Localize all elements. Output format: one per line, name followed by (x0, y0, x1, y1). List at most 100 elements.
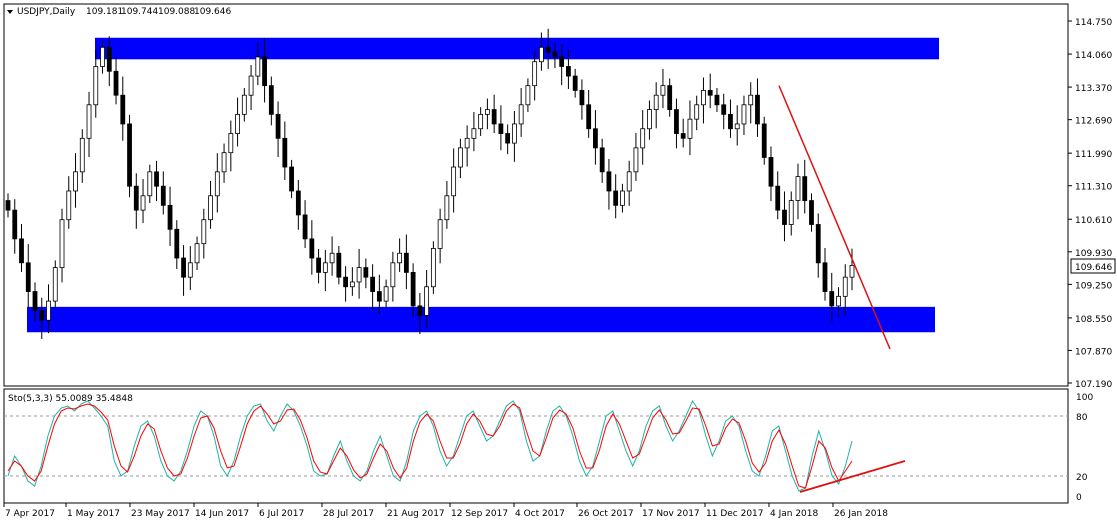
y-tick-label: 107.870 (1075, 347, 1112, 357)
candle-body (626, 171, 632, 192)
candle-body (512, 123, 517, 144)
candle-body (86, 104, 92, 139)
candle-body (329, 252, 335, 264)
x-tick-label: 11 Dec 2017 (706, 509, 764, 519)
ohlc-low: 109.088 (158, 7, 195, 17)
candle-body (100, 46, 105, 67)
candle-body (775, 185, 781, 211)
candle-body (572, 75, 578, 91)
candle-body (39, 310, 45, 321)
candle-body (653, 94, 659, 110)
candle-body (228, 133, 234, 154)
chart-title: USDJPY,Daily (17, 7, 76, 17)
candle-body (674, 109, 679, 134)
price-chart-window: 114.750 114.060 113.370 112.690 111.990 111.3… (3, 3, 1116, 519)
candle-body (383, 286, 389, 302)
candle-body (133, 185, 139, 211)
oscillator-frame (3, 388, 1069, 504)
candle-body (498, 123, 504, 134)
candle-body (593, 128, 598, 149)
y-tick-label: 111.310 (1075, 183, 1112, 193)
candle-body (376, 291, 382, 302)
x-tick-label: 26 Oct 2017 (578, 509, 634, 519)
candle-body (430, 248, 436, 288)
candle-body (201, 219, 207, 245)
ohlc-high: 109.744 (121, 7, 158, 17)
candle-body (620, 190, 625, 206)
y-tick-label: 114.750 (1075, 18, 1112, 28)
candle-body (336, 252, 342, 278)
candle-body (356, 267, 362, 283)
x-tick-label: 6 Jul 2017 (259, 509, 304, 519)
ohlc-open: 109.181 (86, 7, 123, 17)
y-tick-label: 114.060 (1075, 51, 1112, 61)
y-tick-label: 110.610 (1075, 216, 1112, 226)
candle-body (221, 152, 227, 173)
candle-body (417, 305, 423, 316)
candle-body (647, 109, 652, 130)
x-tick-label: 14 Jun 2017 (195, 509, 249, 519)
candle-body (599, 147, 605, 173)
candle-body (19, 238, 24, 264)
y-tick-label: 109.930 (1075, 249, 1112, 259)
candle-body (768, 157, 774, 187)
y-tick-label: 107.190 (1075, 380, 1112, 390)
candle-body (782, 209, 787, 225)
candle-body (174, 228, 180, 259)
candle-body (147, 171, 153, 197)
candle-body (478, 113, 484, 130)
candle-body (694, 104, 700, 120)
candle-body (268, 85, 274, 115)
candle-body (235, 113, 240, 134)
candle-body (390, 262, 396, 288)
candle-body (613, 190, 619, 206)
candle-body (187, 262, 193, 278)
resistance-zone (95, 37, 939, 60)
candle-body (525, 85, 531, 106)
candle-body (795, 176, 801, 201)
y-tick-label: 108.550 (1075, 315, 1112, 325)
y-tick-label: 112.690 (1075, 117, 1112, 127)
candle-body (687, 118, 693, 139)
x-tick-label: 4 Oct 2017 (515, 509, 565, 519)
candle-body (424, 286, 430, 316)
candle-body (437, 219, 443, 249)
candle-body (255, 56, 261, 77)
candle-body (127, 123, 132, 187)
osc-tick-label: 20 (1076, 473, 1088, 483)
candle-body (444, 195, 450, 221)
candle-body (532, 61, 538, 87)
candle-body (734, 123, 740, 130)
candle-body (316, 257, 321, 273)
candle-body (262, 56, 267, 87)
candle-body (721, 104, 727, 115)
candle-body (25, 262, 31, 292)
candle-body (93, 66, 99, 106)
candle-body (809, 200, 814, 225)
candle-body (370, 276, 376, 292)
candle-body (309, 238, 315, 259)
candle-body (208, 195, 213, 221)
candle-body (289, 166, 294, 192)
candle-body (842, 276, 848, 297)
candle-body (343, 276, 349, 288)
candle-body (106, 46, 112, 72)
x-tick-label: 23 May 2017 (131, 509, 190, 519)
candle-body (248, 75, 254, 96)
support-zone (27, 306, 935, 333)
candle-body (741, 104, 747, 125)
candle-body (32, 291, 38, 312)
candle-body (457, 147, 463, 168)
candle-body (140, 195, 146, 211)
candle-body (505, 133, 511, 144)
candle-body (802, 176, 808, 201)
candle-body (491, 109, 497, 125)
candle-body (5, 200, 11, 211)
x-tick-label: 17 Nov 2017 (642, 509, 700, 519)
candle-body (484, 109, 490, 115)
candle-body (154, 171, 159, 187)
candle-body (849, 264, 855, 278)
candle-body (410, 271, 416, 307)
x-tick-label: 7 Apr 2017 (5, 509, 55, 519)
candle-body (59, 219, 65, 269)
